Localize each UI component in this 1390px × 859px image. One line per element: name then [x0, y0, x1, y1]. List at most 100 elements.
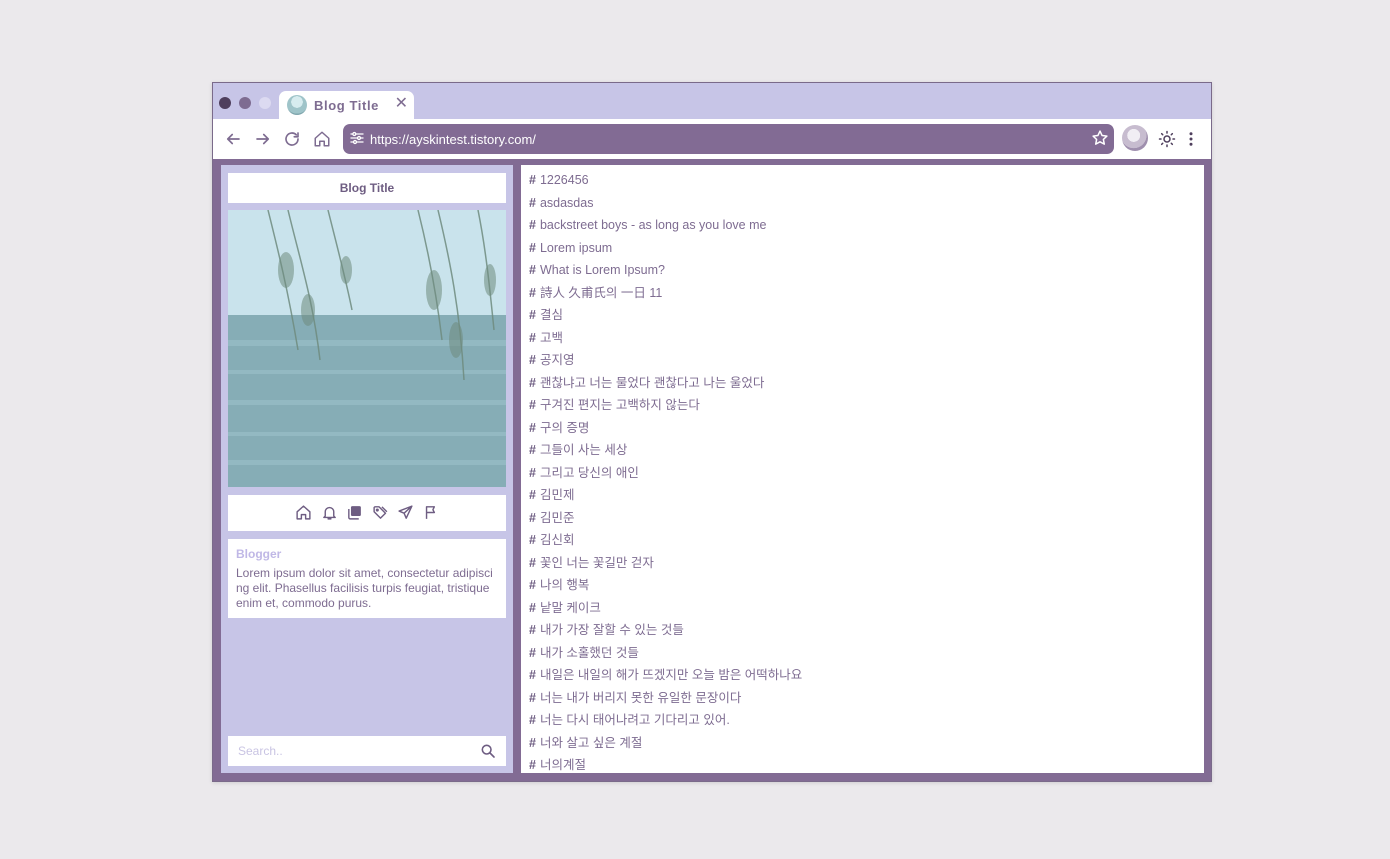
tag-hash: # — [529, 578, 536, 592]
tag-hash: # — [529, 218, 536, 232]
tag-label[interactable]: backstreet boys - as long as you love me — [540, 218, 767, 232]
tag-link[interactable]: # 그들이 사는 세상 — [521, 443, 1204, 466]
tag-link[interactable]: # 괜찮냐고 너는 물었다 괜찮다고 나는 울었다 — [521, 376, 1204, 399]
tag-hash: # — [529, 758, 536, 772]
tag-list: #1226456 # asdasdas # backstreet boys - as l… — [521, 165, 1204, 773]
tune-icon[interactable] — [349, 130, 365, 146]
tag-label[interactable]: Lorem ipsum — [540, 241, 612, 255]
home-icon[interactable] — [313, 130, 331, 148]
search-input[interactable] — [238, 742, 468, 760]
theme-sun-icon[interactable] — [1158, 130, 1176, 148]
tag-link[interactable]: # 나의 행복 — [521, 578, 1204, 601]
favicon — [287, 95, 307, 115]
tag-label[interactable]: 고백 — [540, 331, 563, 345]
url-text[interactable]: https://ayskintest.tistory.com/ — [370, 132, 536, 147]
tag-hash: # — [529, 285, 536, 300]
tag-label[interactable]: 너의계절 — [540, 758, 586, 772]
tag-label[interactable]: 너와 살고 싶은 계절 — [540, 736, 642, 750]
tag-label[interactable]: 괜찮냐고 너는 물었다 괜찮다고 나는 울었다 — [540, 376, 764, 390]
tag-label[interactable]: 낱말 케이크 — [540, 601, 601, 615]
tag-link[interactable]: # asdasdas — [521, 196, 1204, 219]
home-icon[interactable] — [295, 504, 312, 521]
tag-label[interactable]: 내가 가장 잘할 수 있는 것들 — [540, 623, 684, 637]
tag-link[interactable]: # 낱말 케이크 — [521, 601, 1204, 624]
tag-hash: # — [529, 645, 536, 660]
tag-label[interactable]: 구겨진 편지는 고백하지 않는다 — [540, 398, 700, 412]
tag-hash: # — [529, 173, 536, 187]
tag-hash: # — [529, 465, 536, 480]
window-maximize-dot[interactable] — [259, 97, 271, 109]
tag-link[interactable]: # 너의계절 — [521, 758, 1204, 773]
browser-window: Blog Title ✕ https://ayskintest.tistory.… — [212, 82, 1212, 782]
tag-link[interactable]: # 너와 살고 싶은 계절 — [521, 736, 1204, 759]
tag-label[interactable]: 너는 다시 태어나려고 기다리고 있어. — [540, 713, 730, 727]
tags-icon[interactable] — [372, 504, 389, 521]
tag-link[interactable]: # 공지영 — [521, 353, 1204, 376]
tag-link[interactable]: # 고백 — [521, 331, 1204, 354]
tag-label[interactable]: 구의 증명 — [540, 421, 589, 435]
tag-link[interactable]: # 그리고 당신의 애인 — [521, 466, 1204, 489]
tag-hash: # — [529, 488, 536, 502]
tag-label[interactable]: 결심 — [540, 308, 563, 322]
tag-cloud-panel: #1226456 # asdasdas # backstreet boys - as l… — [521, 165, 1204, 773]
tag-label[interactable]: 너는 내가 버리지 못한 유일한 문장이다 — [540, 691, 741, 705]
tag-link[interactable]: # 詩人 久甫氏의 一日 11 — [521, 286, 1204, 309]
reload-icon[interactable] — [283, 130, 301, 148]
tag-link[interactable]: # 꽃인 너는 꽃길만 걷자 — [521, 556, 1204, 579]
tag-link[interactable]: # What is Lorem Ipsum? — [521, 263, 1204, 286]
tab-close-icon[interactable]: ✕ — [395, 94, 408, 114]
tag-label[interactable]: What is Lorem Ipsum? — [540, 263, 665, 277]
tag-link[interactable]: # 구의 증명 — [521, 421, 1204, 444]
forward-arrow-icon[interactable] — [254, 130, 272, 148]
tag-link[interactable]: # 내일은 내일의 해가 뜨겠지만 오늘 밤은 어떡하나요 — [521, 668, 1204, 691]
tab-bar: Blog Title ✕ — [213, 83, 1211, 119]
tag-hash: # — [529, 398, 536, 412]
tag-label[interactable]: 꽃인 너는 꽃길만 걷자 — [540, 556, 654, 570]
tag-hash: # — [529, 623, 536, 637]
tag-link[interactable]: # 너는 내가 버리지 못한 유일한 문장이다 — [521, 691, 1204, 714]
tag-label[interactable]: 내가 소홀했던 것들 — [540, 646, 639, 660]
tag-hash: # — [529, 353, 536, 367]
flag-icon[interactable] — [423, 504, 440, 521]
tag-link[interactable]: # 너는 다시 태어나려고 기다리고 있어. — [521, 713, 1204, 736]
tag-link[interactable]: # 구겨진 편지는 고백하지 않는다 — [521, 398, 1204, 421]
tag-link[interactable]: #1226456 — [521, 173, 1204, 196]
star-icon[interactable] — [1091, 129, 1109, 147]
tag-link[interactable]: # 김민제 — [521, 488, 1204, 511]
tag-label[interactable]: asdasdas — [540, 196, 594, 210]
copy-icon[interactable] — [346, 504, 363, 521]
tag-link[interactable]: # 내가 소홀했던 것들 — [521, 646, 1204, 669]
tag-label[interactable]: 나의 행복 — [540, 578, 589, 592]
tag-link[interactable]: # Lorem ipsum — [521, 241, 1204, 264]
send-icon[interactable] — [397, 504, 414, 521]
tag-label[interactable]: 詩人 久甫氏의 一日 11 — [540, 286, 662, 300]
tag-label[interactable]: 김민제 — [540, 488, 575, 502]
back-arrow-icon[interactable] — [224, 130, 242, 148]
tag-hash: # — [529, 195, 536, 210]
tag-label[interactable]: 1226456 — [540, 173, 589, 187]
tab-blog-title[interactable]: Blog Title ✕ — [279, 91, 414, 119]
tag-link[interactable]: # 김민준 — [521, 511, 1204, 534]
window-close-dot[interactable] — [219, 97, 231, 109]
tag-link[interactable]: # backstreet boys - as long as you love m… — [521, 218, 1204, 241]
tag-hash: # — [529, 263, 536, 277]
search-icon[interactable] — [480, 743, 496, 759]
more-vert-icon[interactable] — [1182, 130, 1200, 148]
hero-image — [228, 210, 506, 487]
bell-icon[interactable] — [321, 504, 338, 521]
window-minimize-dot[interactable] — [239, 97, 251, 109]
tag-label[interactable]: 김민준 — [540, 511, 575, 525]
tag-link[interactable]: # 결심 — [521, 308, 1204, 331]
tag-link[interactable]: # 내가 가장 잘할 수 있는 것들 — [521, 623, 1204, 646]
avatar[interactable] — [1122, 125, 1148, 151]
tag-hash: # — [529, 330, 536, 345]
tag-link[interactable]: # 김신회 — [521, 533, 1204, 556]
tag-label[interactable]: 내일은 내일의 해가 뜨겠지만 오늘 밤은 어떡하나요 — [540, 668, 802, 682]
tag-hash: # — [529, 600, 536, 615]
tag-label[interactable]: 김신회 — [540, 533, 575, 547]
tag-label[interactable]: 그리고 당신의 애인 — [540, 466, 639, 480]
blog-title[interactable]: Blog Title — [228, 173, 506, 203]
tag-label[interactable]: 그들이 사는 세상 — [540, 443, 627, 457]
tag-label[interactable]: 공지영 — [540, 353, 575, 367]
address-bar[interactable]: https://ayskintest.tistory.com/ — [343, 124, 1114, 154]
